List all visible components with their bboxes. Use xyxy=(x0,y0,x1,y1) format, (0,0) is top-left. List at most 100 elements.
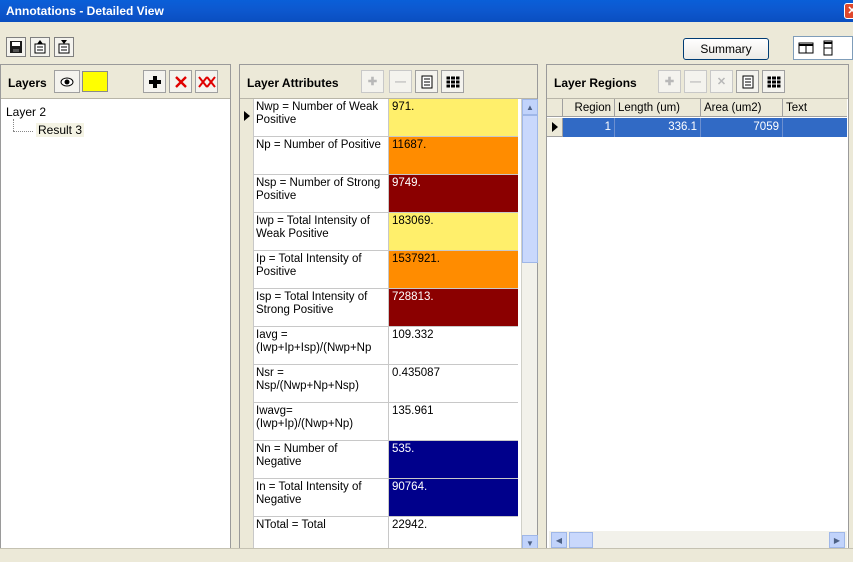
summary-button[interactable]: Summary xyxy=(683,38,769,60)
attribute-name: Nn = Number of Negative xyxy=(256,443,338,468)
window-title: Annotations - Detailed View xyxy=(6,4,164,18)
tree-connector xyxy=(13,131,33,132)
column-header-length[interactable]: Length (um) xyxy=(615,99,701,117)
window-titlebar: Annotations - Detailed View ✕ xyxy=(0,0,853,22)
regions-panel: Layer Regions ✚ — ✕ Region Length (um) A… xyxy=(546,64,849,550)
column-header-area[interactable]: Area (um2) xyxy=(701,99,783,117)
cell-text xyxy=(783,118,847,137)
attributes-panel: Layer Attributes ✚ — Nwp = Number of Wea… xyxy=(239,64,538,551)
attribute-value[interactable]: 1537921. xyxy=(388,251,518,288)
row-selector[interactable] xyxy=(240,251,254,289)
row-selector[interactable] xyxy=(240,137,254,175)
delete-layer-icon[interactable] xyxy=(169,70,192,93)
close-icon[interactable]: ✕ xyxy=(844,3,853,19)
attribute-row[interactable]: Nn = Number of Negative 535. xyxy=(240,441,518,479)
row-selector[interactable] xyxy=(240,213,254,251)
vertical-layout-icon[interactable] xyxy=(820,40,836,56)
layers-panel: Layers Layer 2 Result 3 xyxy=(0,64,231,550)
attribute-row[interactable]: Np = Number of Positive 11687. xyxy=(240,137,518,175)
tree-item-layer[interactable]: Layer 2 xyxy=(6,105,46,119)
view-toggle xyxy=(793,36,853,60)
delete-all-layers-icon[interactable] xyxy=(195,70,218,93)
row-selector[interactable] xyxy=(547,118,563,137)
grid-view-icon[interactable] xyxy=(762,70,785,93)
attribute-value[interactable]: 9749. xyxy=(388,175,518,212)
attributes-scrollbar[interactable]: ▲ ▼ xyxy=(521,99,538,551)
export-icon[interactable] xyxy=(30,37,50,57)
attribute-value[interactable]: 22942. xyxy=(388,517,518,551)
layer-color-swatch[interactable] xyxy=(82,71,108,92)
row-selector[interactable] xyxy=(240,365,254,403)
current-row-icon xyxy=(244,111,250,121)
row-selector[interactable] xyxy=(240,99,254,137)
panel-splitter[interactable] xyxy=(231,64,239,550)
attribute-name: Ip = Total Intensity of Positive xyxy=(256,253,362,278)
attribute-row[interactable]: Iavg = (Iwp+Ip+Isp)/(Nwp+Np 109.332 xyxy=(240,327,518,365)
attribute-name: Isp = Total Intensity of Strong Positive xyxy=(256,291,368,316)
row-selector[interactable] xyxy=(240,175,254,213)
eye-icon[interactable] xyxy=(54,70,80,93)
tree-connector xyxy=(13,119,14,131)
attribute-name: Iavg = (Iwp+Ip+Isp)/(Nwp+Np xyxy=(256,329,372,354)
layers-header: Layers xyxy=(1,65,230,99)
save-icon[interactable] xyxy=(6,37,26,57)
attribute-value[interactable]: 90764. xyxy=(388,479,518,516)
scroll-left-icon[interactable]: ◀ xyxy=(551,532,567,548)
row-selector[interactable] xyxy=(240,479,254,517)
remove-region-icon[interactable]: — xyxy=(684,70,707,93)
attribute-row[interactable]: Iwavg= (Iwp+Ip)/(Nwp+Np) 135.961 xyxy=(240,403,518,441)
attribute-value[interactable]: 183069. xyxy=(388,213,518,250)
attribute-row[interactable]: Nsp = Number of Strong Positive 9749. xyxy=(240,175,518,213)
scroll-thumb[interactable] xyxy=(522,115,538,263)
import-icon[interactable] xyxy=(54,37,74,57)
regions-grid-header: Region Length (um) Area (um2) Text xyxy=(547,99,847,117)
regions-title: Layer Regions xyxy=(554,76,637,90)
status-bar xyxy=(0,548,853,562)
add-region-icon[interactable]: ✚ xyxy=(658,70,681,93)
column-header-text[interactable]: Text xyxy=(783,99,847,117)
regions-grid: Region Length (um) Area (um2) Text 1 336… xyxy=(547,99,847,529)
attribute-row[interactable]: Ip = Total Intensity of Positive 1537921. xyxy=(240,251,518,289)
row-selector[interactable] xyxy=(240,403,254,441)
attribute-value[interactable]: 971. xyxy=(388,99,518,136)
attribute-name: Nwp = Number of Weak Positive xyxy=(256,101,379,126)
row-selector[interactable] xyxy=(240,289,254,327)
attribute-row[interactable]: Nsr = Nsp/(Nwp+Np+Nsp) 0.435087 xyxy=(240,365,518,403)
horizontal-layout-icon[interactable] xyxy=(798,40,814,56)
regions-header: Layer Regions ✚ — ✕ xyxy=(547,65,848,99)
table-row[interactable]: 1 336.1 7059 xyxy=(563,118,847,137)
tree-item-result[interactable]: Result 3 xyxy=(36,123,85,137)
grid-view-icon[interactable] xyxy=(441,70,464,93)
attribute-name: Iwavg= (Iwp+Ip)/(Nwp+Np) xyxy=(256,405,354,430)
attribute-value[interactable]: 535. xyxy=(388,441,518,478)
attribute-row[interactable]: Iwp = Total Intensity of Weak Positive 18… xyxy=(240,213,518,251)
attribute-value[interactable]: 109.332 xyxy=(388,327,518,364)
attribute-row[interactable]: Isp = Total Intensity of Strong Positive… xyxy=(240,289,518,327)
cell-area: 7059 xyxy=(701,118,783,137)
attribute-value[interactable]: 11687. xyxy=(388,137,518,174)
attribute-value[interactable]: 135.961 xyxy=(388,403,518,440)
properties-icon[interactable] xyxy=(736,70,759,93)
scroll-up-icon[interactable]: ▲ xyxy=(522,99,538,115)
attributes-title: Layer Attributes xyxy=(247,76,339,90)
attribute-value[interactable]: 0.435087 xyxy=(388,365,518,402)
regions-hscrollbar[interactable]: ◀ ▶ xyxy=(549,531,847,549)
layers-title: Layers xyxy=(8,76,47,90)
add-layer-icon[interactable] xyxy=(143,70,166,93)
column-header-region[interactable]: Region xyxy=(563,99,615,117)
row-selector[interactable] xyxy=(240,517,254,551)
attribute-name: Iwp = Total Intensity of Weak Positive xyxy=(256,215,370,240)
panel-splitter[interactable] xyxy=(538,64,546,550)
properties-icon[interactable] xyxy=(415,70,438,93)
attribute-row[interactable]: In = Total Intensity of Negative 90764. xyxy=(240,479,518,517)
add-attribute-icon[interactable]: ✚ xyxy=(361,70,384,93)
attribute-row[interactable]: NTotal = Total 22942. xyxy=(240,517,518,551)
delete-region-icon[interactable]: ✕ xyxy=(710,70,733,93)
attribute-row[interactable]: Nwp = Number of Weak Positive 971. xyxy=(240,99,518,137)
scroll-thumb[interactable] xyxy=(569,532,593,548)
remove-attribute-icon[interactable]: — xyxy=(389,70,412,93)
attribute-value[interactable]: 728813. xyxy=(388,289,518,326)
scroll-right-icon[interactable]: ▶ xyxy=(829,532,845,548)
row-selector[interactable] xyxy=(240,327,254,365)
row-selector[interactable] xyxy=(240,441,254,479)
